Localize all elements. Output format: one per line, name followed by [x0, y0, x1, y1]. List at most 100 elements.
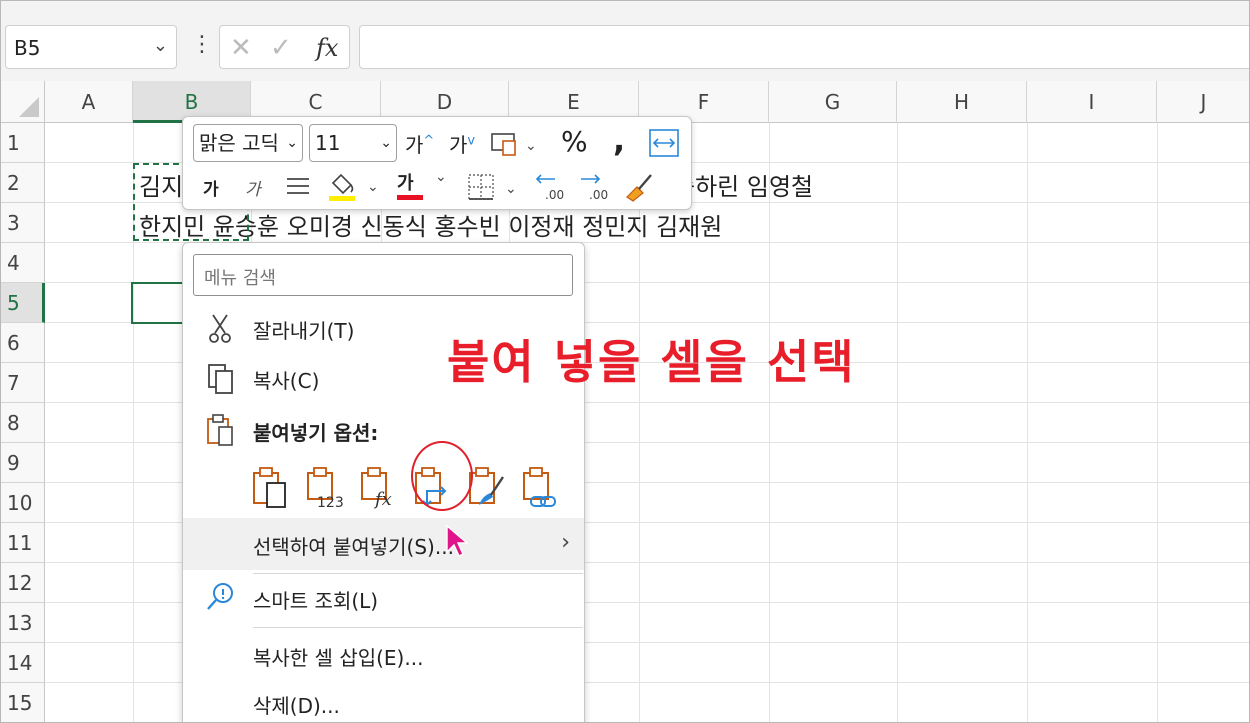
- column-header-i[interactable]: I: [1027, 81, 1157, 123]
- select-all-corner[interactable]: [1, 81, 45, 123]
- shrink-font-button[interactable]: 가v: [449, 129, 475, 158]
- decrease-decimal-icon[interactable]: .00: [535, 171, 569, 203]
- chevron-down-icon: ⌄: [380, 135, 392, 151]
- row-header-1[interactable]: 1: [1, 123, 45, 163]
- svg-text:⌄: ⌄: [525, 138, 537, 154]
- row-header-4[interactable]: 4: [1, 243, 45, 283]
- align-center-icon[interactable]: [285, 175, 311, 199]
- svg-text:.00: .00: [545, 188, 564, 202]
- menu-item-paste-special[interactable]: 선택하여 붙여넣기(S)... ›: [183, 518, 584, 570]
- percent-style-button[interactable]: %: [561, 125, 588, 158]
- cancel-icon[interactable]: ✕: [230, 33, 252, 63]
- row-header-11[interactable]: 11: [1, 523, 45, 563]
- name-box[interactable]: B5 ⌄: [5, 25, 177, 69]
- column-header-a[interactable]: A: [45, 81, 133, 123]
- gridline: [1157, 123, 1158, 722]
- paste-link-icon[interactable]: [521, 465, 561, 509]
- grow-font-glyph: 가: [405, 133, 424, 157]
- gridline: [1027, 123, 1028, 722]
- row-header-13[interactable]: 13: [1, 603, 45, 643]
- column-header-h[interactable]: H: [897, 81, 1027, 123]
- font-name-value: 맑은 고딕: [199, 131, 279, 155]
- excel-window: B5 ⌄ ⋮ ✕ ✓ fx A B C D E F G H I J 1 2 3 …: [0, 0, 1250, 723]
- paste-options-label: 붙여넣기 옵션:: [253, 421, 379, 445]
- row-header-15[interactable]: 15: [1, 683, 45, 722]
- svg-text:⌄: ⌄: [505, 181, 517, 197]
- caret-down-icon: v: [467, 133, 476, 149]
- mouse-cursor-icon: [446, 524, 469, 557]
- bold-button[interactable]: 가: [203, 175, 219, 200]
- chevron-down-icon: ⌄: [286, 135, 298, 151]
- formula-controls: ✕ ✓ fx: [219, 25, 350, 69]
- formula-bar: B5 ⌄ ⋮ ✕ ✓ fx: [1, 1, 1249, 82]
- row-header-14[interactable]: 14: [1, 643, 45, 683]
- menu-search-input[interactable]: 메뉴 검색: [193, 254, 573, 296]
- formula-input[interactable]: [359, 25, 1249, 69]
- row-header-10[interactable]: 10: [1, 483, 45, 523]
- italic-button[interactable]: 가: [245, 175, 261, 200]
- chevron-down-icon[interactable]: ⌄: [153, 35, 168, 56]
- row-header-2[interactable]: 2: [1, 163, 45, 203]
- menu-item-smart-lookup[interactable]: 스마트 조회(L): [183, 575, 584, 623]
- row-header-7[interactable]: 7: [1, 363, 45, 403]
- copy-icon: [208, 364, 233, 394]
- font-color-button[interactable]: 가 ⌄: [397, 169, 447, 200]
- menu-separator: [253, 573, 583, 574]
- paste-icon[interactable]: [251, 465, 291, 509]
- annotation-text: 붙여 넣을 셀을 선택: [447, 335, 856, 389]
- menu-item-copy-label: 복사(C): [253, 369, 320, 393]
- menu-item-insert-copied-cells-label: 복사한 셀 삽입(E)...: [253, 646, 424, 670]
- menu-separator: [253, 627, 583, 628]
- font-name-select[interactable]: 맑은 고딕 ⌄: [193, 124, 303, 162]
- font-size-select[interactable]: 11 ⌄: [309, 124, 397, 162]
- paste-formatting-icon[interactable]: [467, 465, 507, 509]
- svg-text:.00: .00: [589, 188, 608, 202]
- row-header-8[interactable]: 8: [1, 403, 45, 443]
- gridline: [897, 123, 898, 722]
- row-header-6[interactable]: 6: [1, 323, 45, 363]
- name-box-value: B5: [14, 36, 41, 60]
- gridline: [769, 123, 770, 722]
- font-color-bar: [397, 195, 423, 200]
- comma-style-button[interactable]: ,: [613, 121, 625, 159]
- menu-item-delete-label: 삭제(D)...: [253, 694, 340, 718]
- highlight-circle: [411, 441, 473, 511]
- mini-toolbar: 맑은 고딕 ⌄ 11 ⌄ 가^ 가v ⌄ % , 가 가 ⌄ 가 ⌄ ⌄ .00…: [182, 116, 692, 210]
- fill-color-icon[interactable]: ⌄: [327, 169, 381, 203]
- chevron-right-icon: ›: [561, 530, 570, 555]
- menu-item-delete[interactable]: 삭제(D)...: [183, 680, 584, 722]
- clipboard-icon: [207, 414, 233, 446]
- scissors-icon: [209, 314, 231, 343]
- paste-options-header: 붙여넣기 옵션:: [183, 407, 584, 455]
- increase-decimal-icon[interactable]: .00: [579, 171, 613, 203]
- paste-values-caption: 123: [317, 495, 344, 509]
- row-header-5[interactable]: 5: [1, 283, 45, 323]
- column-header-g[interactable]: G: [769, 81, 897, 123]
- menu-item-smart-lookup-label: 스마트 조회(L): [253, 589, 379, 613]
- paste-formulas-icon[interactable]: fx: [359, 465, 399, 509]
- more-options-icon[interactable]: ⋮: [191, 34, 213, 56]
- paste-values-icon[interactable]: 123: [305, 465, 345, 509]
- chevron-down-icon: ⌄: [435, 169, 447, 185]
- menu-item-insert-copied-cells[interactable]: 복사한 셀 삽입(E)...: [183, 632, 584, 680]
- row-header-3[interactable]: 3: [1, 203, 45, 243]
- borders-icon[interactable]: ⌄: [467, 173, 521, 201]
- font-size-value: 11: [315, 131, 341, 155]
- accounting-format-icon[interactable]: ⌄: [491, 131, 543, 157]
- svg-text:⌄: ⌄: [367, 179, 379, 195]
- smart-lookup-icon: [207, 583, 233, 610]
- format-painter-icon[interactable]: [623, 171, 655, 203]
- merge-center-icon[interactable]: [649, 129, 679, 157]
- context-menu: 메뉴 검색 잘라내기(T) 복사(C) 붙여넣기 옵션: 123 fx 선택하여…: [182, 242, 585, 722]
- insert-function-button[interactable]: fx: [316, 34, 338, 62]
- confirm-icon[interactable]: ✓: [270, 33, 292, 63]
- menu-item-paste-special-label: 선택하여 붙여넣기(S)...: [253, 535, 454, 559]
- caret-up-icon: ^: [423, 133, 435, 149]
- menu-item-cut-label: 잘라내기(T): [253, 319, 355, 343]
- cell-f2-text[interactable]: 승하린 임영철: [673, 167, 813, 202]
- grow-font-button[interactable]: 가^: [405, 129, 434, 158]
- row-header-12[interactable]: 12: [1, 563, 45, 603]
- column-header-j[interactable]: J: [1157, 81, 1249, 123]
- row-header-9[interactable]: 9: [1, 443, 45, 483]
- font-color-glyph: 가: [397, 173, 414, 194]
